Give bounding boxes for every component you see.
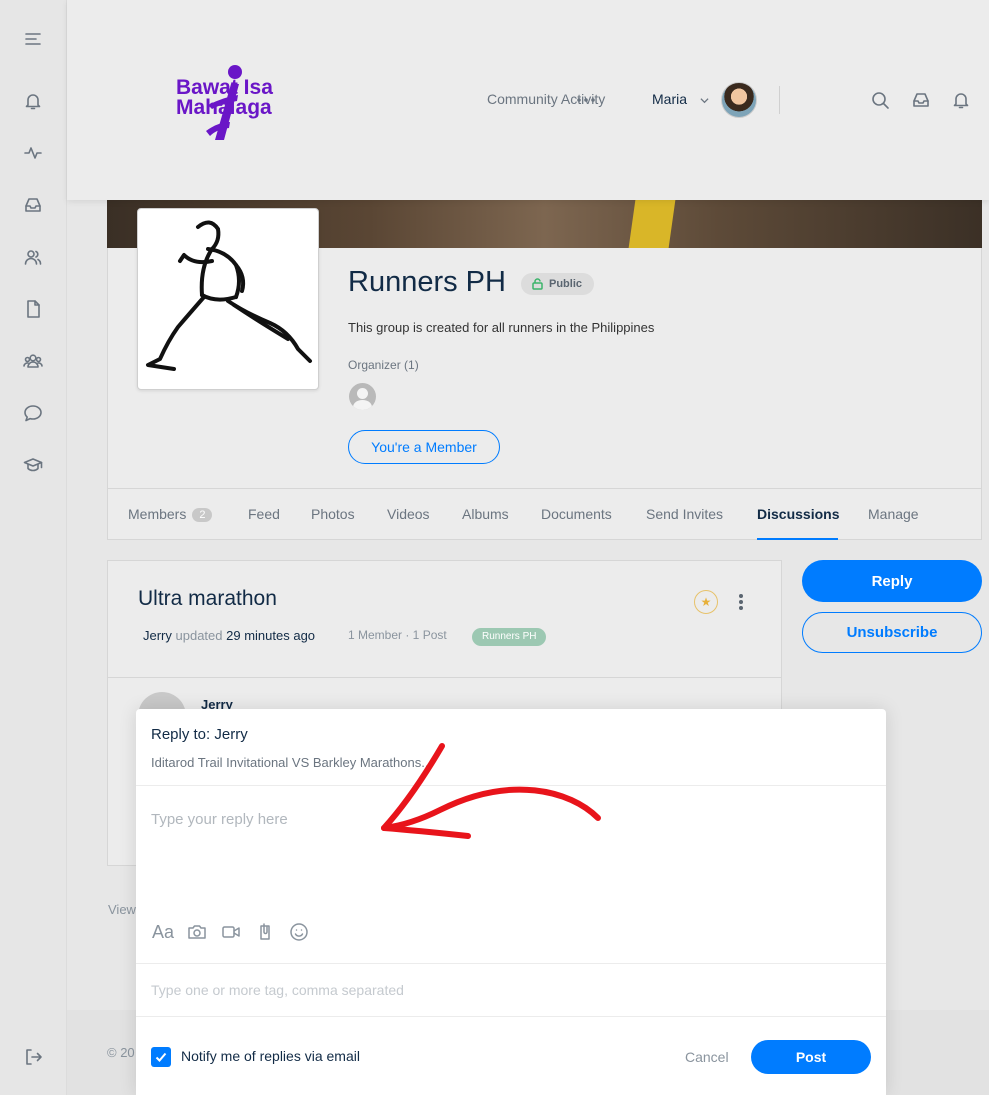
header-divider <box>779 86 780 114</box>
group-avatar <box>137 208 319 390</box>
users-icon[interactable] <box>22 246 44 268</box>
organizer-label: Organizer (1) <box>348 358 419 372</box>
tab-manage[interactable]: Manage <box>868 506 919 522</box>
discussion-divider <box>108 677 781 678</box>
discussion-author[interactable]: Jerry <box>143 628 172 643</box>
user-name[interactable]: Maria <box>652 91 687 107</box>
active-tab-indicator <box>757 538 838 540</box>
post-button[interactable]: Post <box>751 1040 871 1074</box>
brand-line-1: Bawat Isa <box>176 76 273 99</box>
checkmark-icon <box>155 1052 167 1062</box>
discussion-stats: 1 Member · 1 Post <box>348 628 447 642</box>
kebab-menu-icon[interactable] <box>737 592 745 612</box>
video-icon[interactable] <box>219 921 243 943</box>
tab-members[interactable]: Members 2 <box>128 506 213 522</box>
chevron-down-icon[interactable] <box>700 96 709 105</box>
discussion-title: Ultra marathon <box>138 587 277 610</box>
tab-videos[interactable]: Videos <box>387 506 430 522</box>
search-icon[interactable] <box>870 90 890 110</box>
reply-modal-title: Reply to: Jerry <box>151 726 248 743</box>
lock-icon <box>532 278 543 290</box>
group-title: Runners PH <box>348 266 506 298</box>
attachment-icon[interactable] <box>253 921 277 943</box>
bell-icon[interactable] <box>22 90 44 112</box>
left-sidebar <box>0 0 67 1095</box>
organizer-avatar[interactable] <box>349 383 376 410</box>
notify-checkbox[interactable] <box>151 1047 171 1067</box>
membership-button[interactable]: You're a Member <box>348 430 500 464</box>
discussion-time: 29 minutes ago <box>226 628 316 643</box>
tab-feed[interactable]: Feed <box>248 506 280 522</box>
notify-label[interactable]: Notify me of replies via email <box>181 1048 360 1064</box>
updated-label: updated <box>175 628 223 643</box>
document-icon[interactable] <box>22 298 44 320</box>
tab-documents[interactable]: Documents <box>541 506 612 522</box>
star-icon[interactable]: ★ <box>694 590 718 614</box>
reply-textarea[interactable] <box>151 811 871 911</box>
text-format-icon[interactable]: Aa <box>151 921 175 943</box>
brand-wordmark: Bawat Isa Mahalaga <box>176 76 273 119</box>
inbox-icon[interactable] <box>22 194 44 216</box>
runner-silhouette-icon <box>146 220 312 371</box>
modal-divider <box>136 1016 886 1017</box>
modal-divider <box>136 785 886 786</box>
bell-icon[interactable] <box>951 90 971 110</box>
more-options-icon[interactable] <box>576 90 596 110</box>
cancel-button[interactable]: Cancel <box>685 1049 729 1065</box>
emoji-icon[interactable] <box>287 921 311 943</box>
group-description: This group is created for all runners in… <box>348 320 655 335</box>
brand-line-2: Mahalaga <box>176 96 272 119</box>
user-avatar[interactable] <box>721 82 757 118</box>
reply-modal: Reply to: Jerry Iditarod Trail Invitatio… <box>136 709 886 1095</box>
tab-discussions[interactable]: Discussions <box>757 506 839 522</box>
tabs-divider <box>107 488 982 489</box>
tags-input[interactable] <box>151 979 871 1001</box>
footer-copyright: © 20 <box>107 1045 135 1060</box>
camera-icon[interactable] <box>185 921 209 943</box>
members-count-badge: 2 <box>192 508 213 522</box>
logout-icon[interactable] <box>22 1046 44 1068</box>
groups-icon[interactable] <box>22 350 44 372</box>
inbox-icon[interactable] <box>911 90 931 110</box>
activity-icon[interactable] <box>22 142 44 164</box>
privacy-badge: Public <box>521 273 595 295</box>
tab-send-invites[interactable]: Send Invites <box>646 506 723 522</box>
chat-icon[interactable] <box>22 402 44 424</box>
view-link[interactable]: View <box>108 902 136 917</box>
modal-divider <box>136 963 886 964</box>
reply-button[interactable]: Reply <box>802 560 982 602</box>
unsubscribe-button[interactable]: Unsubscribe <box>802 612 982 653</box>
tab-photos[interactable]: Photos <box>311 506 355 522</box>
privacy-badge-label: Public <box>549 278 583 290</box>
forum-tag[interactable]: Runners PH <box>472 628 547 646</box>
reply-excerpt: Iditarod Trail Invitational VS Barkley M… <box>151 755 433 770</box>
discussion-meta: Jerry updated 29 minutes ago <box>143 628 315 643</box>
menu-icon[interactable] <box>22 28 44 50</box>
tab-albums[interactable]: Albums <box>462 506 509 522</box>
tab-label: Members <box>128 506 187 522</box>
courses-icon[interactable] <box>22 454 44 476</box>
